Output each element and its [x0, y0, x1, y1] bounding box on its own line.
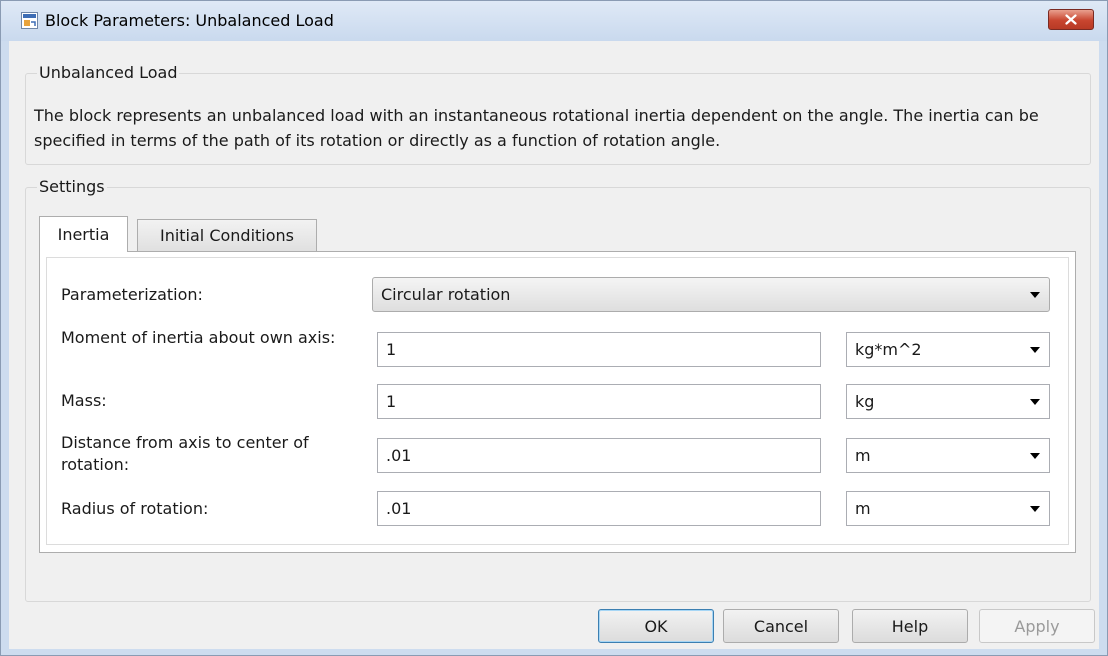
distance-from-axis-unit-dropdown[interactable]: m — [846, 438, 1050, 473]
description-group-title: Unbalanced Load — [37, 63, 180, 82]
moment-of-inertia-unit: kg*m^2 — [855, 340, 922, 359]
cancel-button-label: Cancel — [753, 616, 809, 636]
distance-from-axis-field[interactable]: .01 — [377, 438, 821, 473]
radius-of-rotation-label: Radius of rotation: — [61, 499, 209, 518]
mass-field[interactable]: 1 — [377, 384, 821, 419]
chevron-down-icon — [1030, 452, 1040, 459]
cancel-button[interactable]: Cancel — [723, 609, 839, 643]
radius-of-rotation-unit: m — [855, 499, 871, 518]
tab-initial-conditions-label: Initial Conditions — [159, 226, 295, 245]
mass-unit: kg — [855, 392, 875, 411]
ok-button[interactable]: OK — [598, 609, 714, 643]
simulink-block-icon — [21, 12, 38, 29]
moment-of-inertia-value: 1 — [386, 340, 397, 359]
close-icon — [1065, 14, 1077, 25]
chevron-down-icon — [1030, 398, 1040, 405]
distance-from-axis-value: .01 — [386, 446, 412, 465]
radius-of-rotation-unit-dropdown[interactable]: m — [846, 491, 1050, 526]
inertia-parameters-panel: Parameterization: Circular rotation Mome… — [46, 257, 1069, 545]
mass-unit-dropdown[interactable]: kg — [846, 384, 1050, 419]
distance-from-axis-unit: m — [855, 446, 871, 465]
chevron-down-icon — [1030, 291, 1040, 298]
block-description: The block represents an unbalanced load … — [34, 106, 1039, 150]
parameterization-value: Circular rotation — [381, 285, 511, 304]
dialog-window: Block Parameters: Unbalanced Load Unbala… — [0, 0, 1108, 656]
parameterization-label: Parameterization: — [61, 285, 203, 304]
settings-group-title: Settings — [37, 177, 107, 196]
tab-inertia[interactable]: Inertia — [39, 216, 128, 252]
apply-button-label: Apply — [1014, 616, 1060, 636]
help-button-label: Help — [891, 616, 929, 636]
window-title: Block Parameters: Unbalanced Load — [45, 11, 334, 30]
inertia-tab-panel: Parameterization: Circular rotation Mome… — [39, 251, 1076, 553]
radius-of-rotation-value: .01 — [386, 499, 412, 518]
mass-value: 1 — [386, 392, 397, 411]
mass-label: Mass: — [61, 391, 107, 410]
chevron-down-icon — [1030, 346, 1040, 353]
dialog-client-area: Unbalanced Load The block represents an … — [9, 41, 1099, 649]
close-button[interactable] — [1048, 9, 1094, 30]
radius-of-rotation-field[interactable]: .01 — [377, 491, 821, 526]
tab-inertia-label: Inertia — [57, 225, 110, 244]
parameterization-dropdown[interactable]: Circular rotation — [372, 277, 1050, 312]
moment-of-inertia-label: Moment of inertia about own axis: — [61, 328, 336, 347]
chevron-down-icon — [1030, 505, 1040, 512]
apply-button[interactable]: Apply — [979, 609, 1095, 643]
help-button[interactable]: Help — [852, 609, 968, 643]
ok-button-label: OK — [644, 616, 668, 636]
tab-initial-conditions[interactable]: Initial Conditions — [137, 219, 317, 251]
title-bar[interactable]: Block Parameters: Unbalanced Load — [1, 1, 1107, 41]
distance-from-axis-label: Distance from axis to center of rotation… — [61, 433, 309, 474]
moment-of-inertia-field[interactable]: 1 — [377, 332, 821, 367]
moment-of-inertia-unit-dropdown[interactable]: kg*m^2 — [846, 332, 1050, 367]
